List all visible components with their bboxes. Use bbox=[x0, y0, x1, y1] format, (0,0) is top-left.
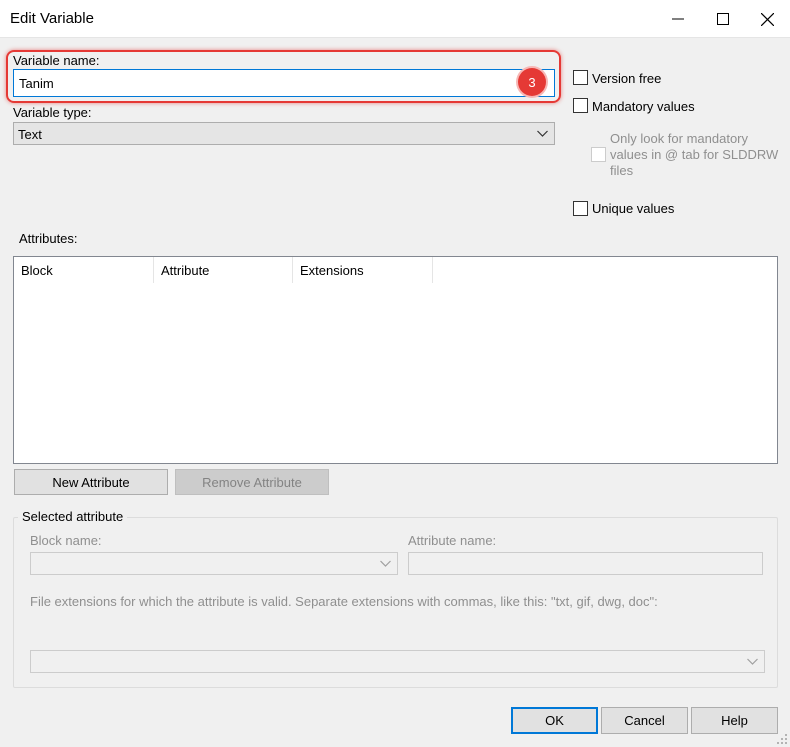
attributes-label: Attributes: bbox=[19, 231, 78, 246]
attributes-list[interactable]: Block Attribute Extensions bbox=[13, 256, 778, 464]
help-button[interactable]: Help bbox=[691, 707, 778, 734]
highlight-annotation bbox=[6, 50, 561, 103]
resize-grip-icon[interactable] bbox=[776, 733, 788, 745]
close-button[interactable] bbox=[745, 0, 790, 38]
variable-type-value: Text bbox=[18, 127, 42, 142]
block-name-label: Block name: bbox=[30, 533, 102, 548]
column-header-attribute[interactable]: Attribute bbox=[154, 257, 293, 283]
version-free-label: Version free bbox=[592, 71, 662, 86]
column-header-extensions[interactable]: Extensions bbox=[293, 257, 433, 283]
extensions-label: File extensions for which the attribute … bbox=[30, 594, 658, 609]
only-mandatory-label: Only look for mandatory values in @ tab … bbox=[610, 131, 779, 178]
block-name-select[interactable] bbox=[30, 552, 398, 575]
step-badge: 3 bbox=[518, 68, 546, 96]
remove-attribute-button[interactable]: Remove Attribute bbox=[175, 469, 329, 495]
maximize-button[interactable] bbox=[700, 0, 745, 38]
new-attribute-button[interactable]: New Attribute bbox=[14, 469, 168, 495]
ok-button[interactable]: OK bbox=[511, 707, 598, 734]
variable-type-label: Variable type: bbox=[13, 105, 92, 120]
title-bar[interactable]: Edit Variable bbox=[0, 0, 790, 38]
chevron-down-icon bbox=[537, 130, 548, 137]
extensions-select[interactable] bbox=[30, 650, 765, 673]
minimize-icon bbox=[671, 18, 684, 20]
attribute-name-input[interactable] bbox=[408, 552, 763, 575]
chevron-down-icon bbox=[380, 560, 391, 567]
close-icon bbox=[761, 12, 774, 26]
maximize-icon bbox=[716, 13, 729, 25]
mandatory-values-checkbox[interactable] bbox=[573, 98, 588, 113]
unique-values-checkbox[interactable] bbox=[573, 201, 588, 216]
variable-type-select[interactable]: Text bbox=[13, 122, 555, 145]
only-mandatory-checkbox[interactable] bbox=[591, 147, 606, 162]
unique-values-label: Unique values bbox=[592, 201, 675, 216]
window-title: Edit Variable bbox=[10, 10, 94, 27]
cancel-button[interactable]: Cancel bbox=[601, 707, 688, 734]
attribute-name-label: Attribute name: bbox=[408, 533, 497, 548]
selected-attribute-title: Selected attribute bbox=[18, 509, 128, 524]
version-free-checkbox[interactable] bbox=[573, 70, 588, 85]
column-header-block[interactable]: Block bbox=[14, 257, 154, 283]
mandatory-values-label: Mandatory values bbox=[592, 99, 695, 114]
minimize-button[interactable] bbox=[655, 0, 700, 38]
chevron-down-icon bbox=[747, 658, 758, 665]
